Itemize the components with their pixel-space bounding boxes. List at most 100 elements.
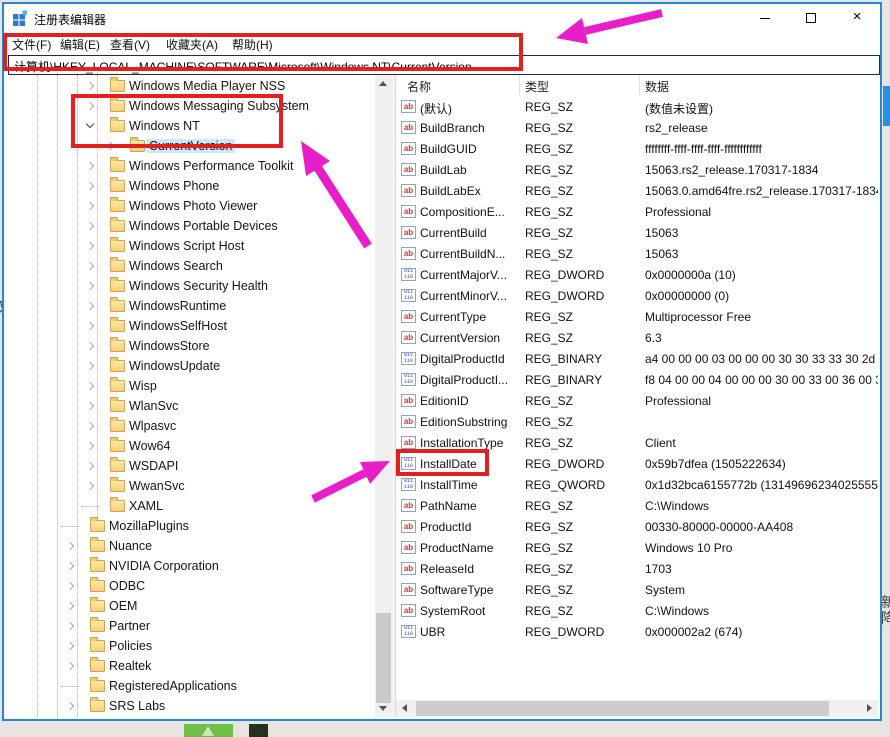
tree-item[interactable]: Partner [4,616,375,636]
chevron-right-icon[interactable] [86,402,94,410]
tree-item[interactable]: MozillaPlugins [4,516,375,536]
chevron-right-icon[interactable] [86,462,94,470]
chevron-right-icon[interactable] [86,202,94,210]
column-header[interactable]: 名称 [407,78,431,95]
tree-item[interactable]: Windows Photo Viewer [4,196,375,216]
tree-item[interactable]: WSDAPI [4,456,375,476]
close-button[interactable]: × [834,4,880,32]
value-row[interactable]: abBuildLabExREG_SZ15063.0.amd64fre.rs2_r… [396,181,878,202]
column-header[interactable]: 类型 [525,78,549,95]
value-row[interactable]: abEditionSubstringREG_SZ [396,412,878,433]
value-row[interactable]: abPathNameREG_SZC:\Windows [396,496,878,517]
desktop-icon-green[interactable] [184,724,233,737]
chevron-right-icon[interactable] [66,562,74,570]
window-title: 注册表编辑器 [34,11,106,28]
tree-item[interactable]: Wow64 [4,436,375,456]
value-row[interactable]: 011110DigitalProductIdREG_BINARYa4 00 00… [396,349,878,370]
hscrollbar-thumb[interactable] [416,701,829,716]
value-row[interactable]: 011110DigitalProductI...REG_BINARYf8 04 … [396,370,878,391]
tree-item[interactable]: Windows Phone [4,176,375,196]
value-row[interactable]: ab(默认)REG_SZ(数值未设置) [396,97,878,118]
value-row[interactable]: abCurrentBuildN...REG_SZ15063 [396,244,878,265]
chevron-right-icon[interactable] [86,442,94,450]
value-type: REG_BINARY [525,373,637,387]
tree-item[interactable]: Windows Performance Toolkit [4,156,375,176]
scroll-up-icon[interactable] [379,81,387,86]
scroll-right-icon[interactable] [867,704,872,712]
chevron-right-icon[interactable] [86,182,94,190]
tree-scrollbar-thumb[interactable] [376,613,391,703]
chevron-right-icon[interactable] [86,222,94,230]
chevron-right-icon[interactable] [86,362,94,370]
chevron-right-icon[interactable] [86,242,94,250]
value-row[interactable]: 011110UBRREG_DWORD0x000002a2 (674) [396,622,878,643]
value-row[interactable]: abSoftwareTypeREG_SZSystem [396,580,878,601]
chevron-right-icon[interactable] [86,282,94,290]
chevron-right-icon[interactable] [86,262,94,270]
tree-item[interactable]: Windows Search [4,256,375,276]
tree-item[interactable]: Wlpasvc [4,416,375,436]
value-row[interactable]: abBuildBranchREG_SZrs2_release [396,118,878,139]
tree-item[interactable]: Windows Script Host [4,236,375,256]
value-row[interactable]: 011110CurrentMajorV...REG_DWORD0x0000000… [396,265,878,286]
tree-item[interactable]: NVIDIA Corporation [4,556,375,576]
tree-item[interactable]: RegisteredApplications [4,676,375,696]
value-row[interactable]: 011110CurrentMinorV...REG_DWORD0x0000000… [396,286,878,307]
scroll-down-icon[interactable] [379,706,387,711]
tree-item[interactable]: WindowsRuntime [4,296,375,316]
value-row[interactable]: abCurrentBuildREG_SZ15063 [396,223,878,244]
tree-item[interactable]: ODBC [4,576,375,596]
tree-vertical-scrollbar[interactable] [375,75,392,717]
chevron-right-icon[interactable] [66,642,74,650]
column-separator[interactable] [639,75,640,95]
chevron-right-icon[interactable] [66,662,74,670]
chevron-right-icon[interactable] [86,82,94,90]
value-row[interactable]: abReleaseIdREG_SZ1703 [396,559,878,580]
tree-item[interactable]: WindowsUpdate [4,356,375,376]
tree-item[interactable]: XAML [4,496,375,516]
tree-item[interactable]: Wisp [4,376,375,396]
tree-item[interactable]: Windows Portable Devices [4,216,375,236]
value-row[interactable]: abProductNameREG_SZWindows 10 Pro [396,538,878,559]
value-row[interactable]: abProductIdREG_SZ00330-80000-00000-AA408 [396,517,878,538]
chevron-right-icon[interactable] [66,582,74,590]
chevron-right-icon[interactable] [66,622,74,630]
chevron-right-icon[interactable] [86,302,94,310]
column-separator[interactable] [519,75,520,95]
scroll-left-icon[interactable] [402,704,407,712]
tree-item[interactable]: Windows Media Player NSS [4,76,375,96]
tree-item[interactable]: Realtek [4,656,375,676]
value-row[interactable]: abCompositionE...REG_SZProfessional [396,202,878,223]
chevron-right-icon[interactable] [66,602,74,610]
value-row[interactable]: abCurrentVersionREG_SZ6.3 [396,328,878,349]
tree-item[interactable]: OEM [4,596,375,616]
chevron-right-icon[interactable] [66,702,74,710]
tree-item[interactable]: Tencent [4,716,375,717]
chevron-right-icon[interactable] [86,342,94,350]
chevron-right-icon[interactable] [86,382,94,390]
tree-item[interactable]: WindowsStore [4,336,375,356]
tree-item[interactable]: Policies [4,636,375,656]
value-row[interactable]: abSystemRootREG_SZC:\Windows [396,601,878,622]
tree-item[interactable]: WlanSvc [4,396,375,416]
tree-item[interactable]: SRS Labs [4,696,375,716]
tree-item[interactable]: WwanSvc [4,476,375,496]
chevron-right-icon[interactable] [66,542,74,550]
maximize-button[interactable] [788,4,834,32]
desktop-icon-dark[interactable] [249,724,268,737]
tree-item[interactable]: Nuance [4,536,375,556]
column-header[interactable]: 数据 [645,78,669,95]
value-row[interactable]: abCurrentTypeREG_SZMultiprocessor Free [396,307,878,328]
chevron-right-icon[interactable] [86,322,94,330]
tree-item[interactable]: WindowsSelfHost [4,316,375,336]
chevron-right-icon[interactable] [86,482,94,490]
minimize-button[interactable] [742,4,788,32]
value-row[interactable]: 011110InstallTimeREG_QWORD0x1d32bca61557… [396,475,878,496]
value-row[interactable]: abBuildLabREG_SZ15063.rs2_release.170317… [396,160,878,181]
tree-item[interactable]: Windows Security Health [4,276,375,296]
chevron-right-icon[interactable] [86,422,94,430]
chevron-right-icon[interactable] [86,162,94,170]
value-row[interactable]: abEditionIDREG_SZProfessional [396,391,878,412]
value-row[interactable]: abBuildGUIDREG_SZffffffff-ffff-ffff-ffff… [396,139,878,160]
values-horizontal-scrollbar[interactable] [396,700,878,717]
